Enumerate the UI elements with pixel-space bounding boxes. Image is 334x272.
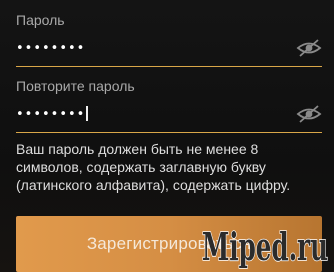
repeat-password-value: •••••••• <box>16 107 86 122</box>
password-requirements-hint: Ваш пароль должен быть не менее 8 символ… <box>16 141 291 193</box>
eye-off-icon[interactable] <box>296 38 322 58</box>
eye-off-icon[interactable] <box>296 104 322 124</box>
register-button[interactable]: Зарегистрироваться <box>16 216 322 272</box>
repeat-password-underline <box>16 132 322 133</box>
repeat-password-field[interactable]: Повторите пароль •••••••• <box>16 78 322 133</box>
registration-screen: Пароль •••••••• Повторите пароль •••••••… <box>0 0 334 272</box>
password-underline <box>16 66 322 67</box>
repeat-password-input[interactable]: •••••••• <box>16 105 88 123</box>
password-input[interactable]: •••••••• <box>16 41 85 56</box>
repeat-password-label: Повторите пароль <box>16 78 135 94</box>
password-field[interactable]: Пароль •••••••• <box>16 12 322 67</box>
password-label: Пароль <box>16 12 65 28</box>
text-caret <box>86 106 88 122</box>
